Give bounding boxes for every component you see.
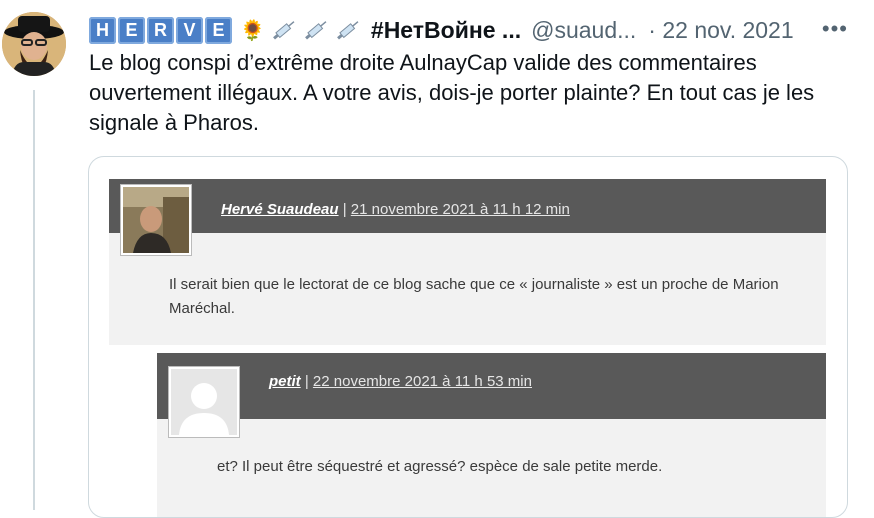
comment-text: Il serait bien que le lectorat de ce blo… — [169, 276, 779, 317]
reply-meta: petit | 22 novembre 2021 à 11 h 53 min — [269, 373, 532, 390]
name-letter-h: H — [89, 16, 116, 44]
name-letter-r: R — [147, 16, 174, 44]
user-handle[interactable]: @suaud... — [531, 17, 636, 44]
comment-author-link[interactable]: Hervé Suaudeau — [221, 201, 339, 218]
syringe-icon — [336, 21, 359, 40]
reply-date-link[interactable]: 22 novembre 2021 à 11 h 53 min — [313, 373, 532, 390]
meta-separator: | — [342, 201, 347, 218]
name-letter-v: V — [176, 16, 203, 44]
thread-line — [33, 90, 35, 510]
syringe-icon — [272, 21, 295, 40]
comment-date-link[interactable]: 21 novembre 2021 à 11 h 12 min — [351, 201, 570, 218]
default-avatar-icon — [169, 367, 239, 437]
tweet-header: H E R V E 🌻 #НетВойне ... @suaud... · 22… — [89, 14, 874, 46]
display-name[interactable]: #НетВойне ... — [371, 17, 521, 44]
reply-author-link[interactable]: petit — [269, 373, 301, 390]
name-letter-e: E — [118, 16, 145, 44]
more-options-icon[interactable]: ••• — [822, 16, 848, 42]
tweet-text: Le blog conspi d’extrême droite AulnayCa… — [89, 50, 815, 135]
profile-avatar[interactable] — [2, 12, 66, 76]
tweet-date[interactable]: · 22 nov. 2021 — [648, 17, 793, 44]
comment-meta: Hervé Suaudeau | 21 novembre 2021 à 11 h… — [221, 201, 570, 218]
tweet-media-image[interactable]: Hervé Suaudeau | 21 novembre 2021 à 11 h… — [88, 156, 848, 518]
syringe-icon — [304, 21, 327, 40]
name-letter-e2: E — [205, 16, 232, 44]
commenter-avatar — [121, 185, 191, 255]
sunflower-icon: 🌻 — [240, 19, 265, 42]
meta-separator: | — [304, 373, 309, 390]
reply-text: et? Il peut être séquestré et agressé? e… — [217, 458, 663, 475]
